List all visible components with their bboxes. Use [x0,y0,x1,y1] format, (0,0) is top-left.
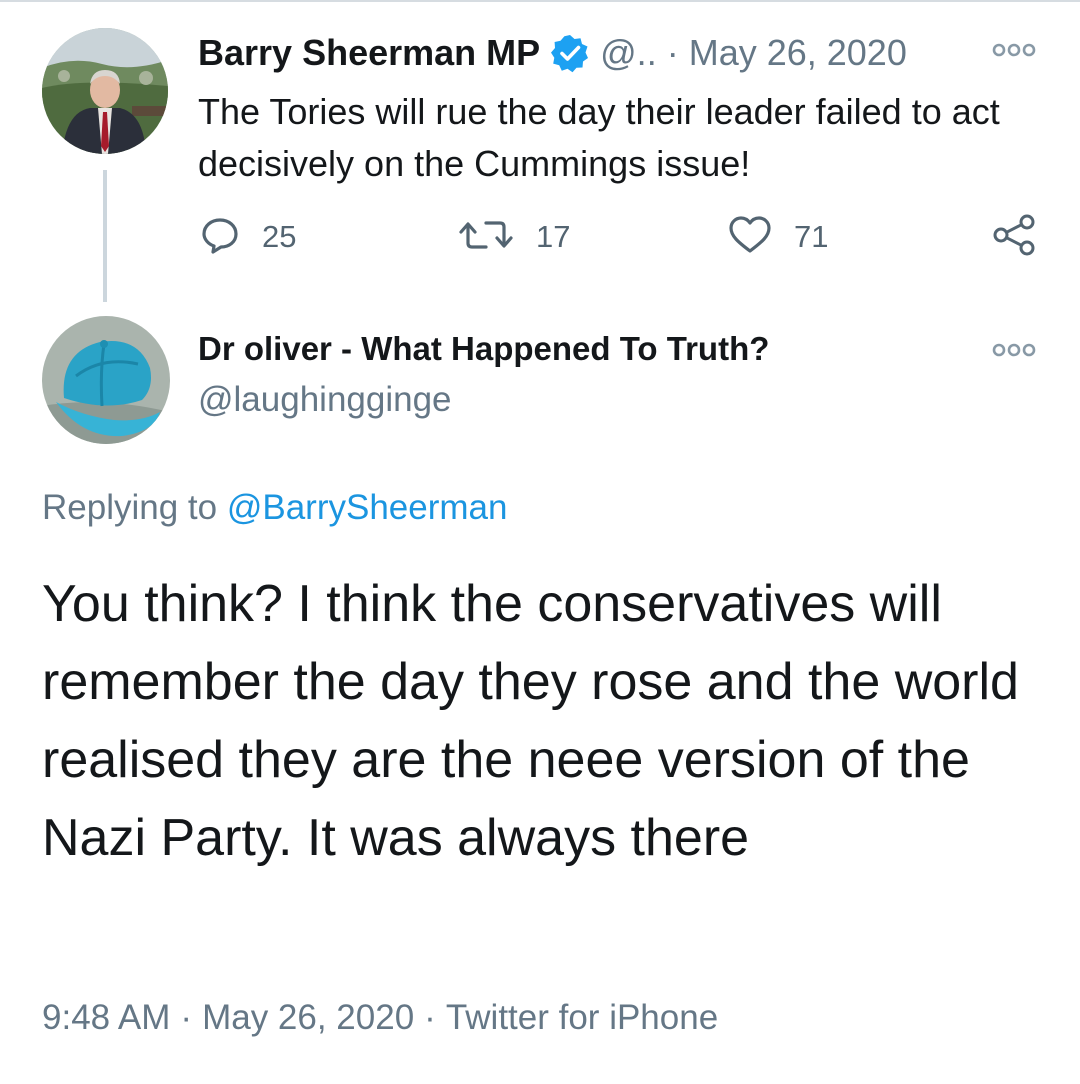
reply-display-name[interactable]: Dr oliver - What Happened To Truth? [198,330,769,368]
meta-separator: · [180,998,193,1037]
replying-to-mention[interactable]: @BarrySheerman [227,488,508,527]
tweet-time[interactable]: 9:48 AM [42,998,170,1037]
share-button[interactable] [992,212,1036,262]
header-separator: · [666,32,679,73]
heart-icon [728,215,772,260]
reply-button[interactable]: 25 [200,212,296,262]
top-divider [0,0,1080,2]
verified-badge-icon [550,33,590,73]
share-icon [992,213,1036,262]
thread-connector [103,170,107,302]
reply-count: 25 [262,219,297,254]
reply-handle[interactable]: @laughingginge [198,380,452,420]
avatar-laughingginge[interactable] [42,316,170,444]
more-options-icon[interactable] [992,40,1036,60]
replying-to-label: Replying to [42,488,218,527]
tweet-source[interactable]: Twitter for iPhone [446,998,718,1037]
parent-tweet-text: The Tories will rue the day their leader… [198,91,1000,184]
parent-display-name[interactable]: Barry Sheerman MP [198,32,540,74]
meta-separator: · [424,998,436,1037]
replying-to: Replying to @BarrySheerman [42,488,507,528]
avatar-barry-sheerman[interactable] [42,28,168,154]
tweet-metadata: 9:48 AM · May 26, 2020 · Twitter for iPhone [42,998,718,1038]
more-options-icon[interactable] [992,340,1036,360]
retweet-icon [458,215,514,260]
like-count: 71 [794,219,829,254]
parent-handle[interactable]: @.. [600,32,657,74]
reply-icon [200,215,240,260]
parent-tweet-header: Barry Sheerman MP @.. · May 26, 2020 [198,28,907,78]
retweet-count: 17 [536,219,571,254]
retweet-button[interactable]: 17 [458,212,570,262]
like-button[interactable]: 71 [728,212,828,262]
reply-tweet-text: You think? I think the conservatives wil… [42,575,1019,867]
tweet-date[interactable]: May 26, 2020 [202,998,414,1037]
parent-date[interactable]: May 26, 2020 [689,32,907,74]
